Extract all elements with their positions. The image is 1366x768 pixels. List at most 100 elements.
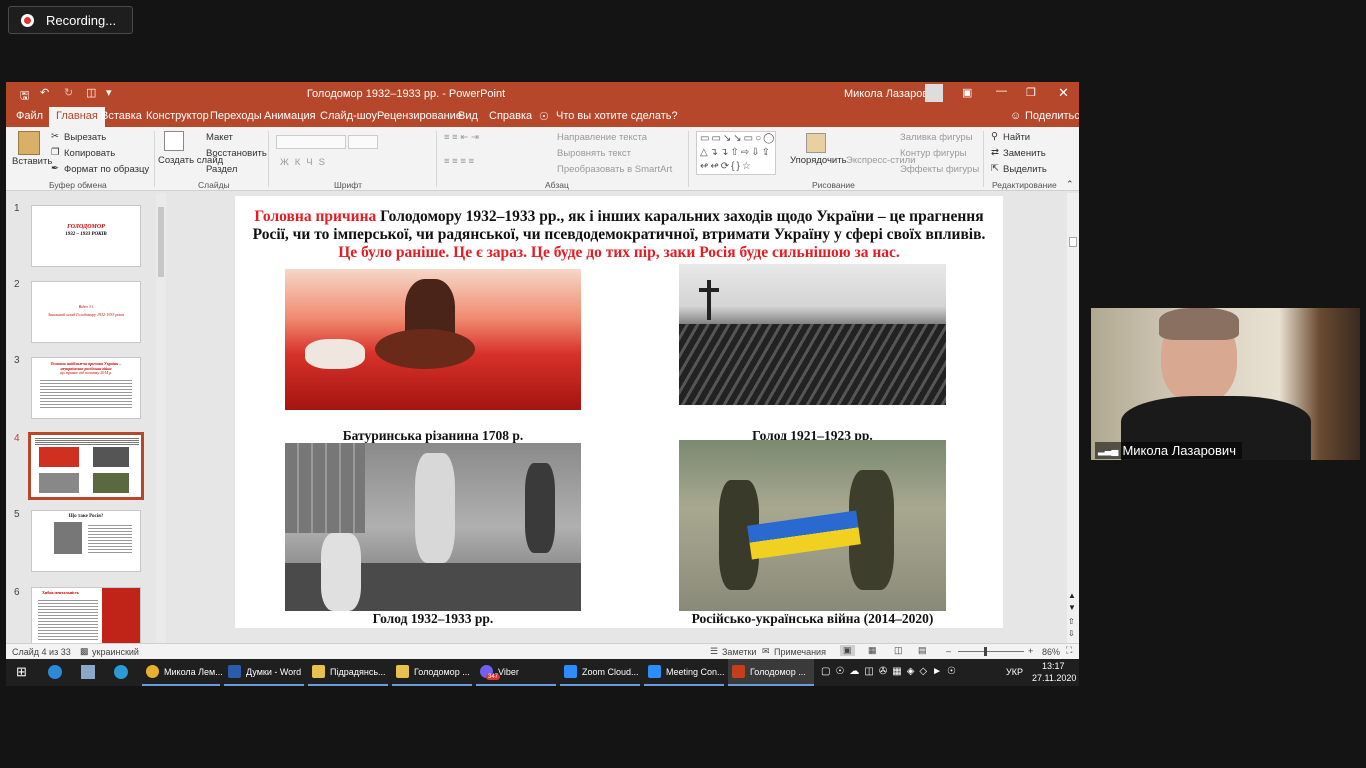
edge-icon[interactable] [48, 665, 62, 679]
maximize-icon[interactable]: ❐ [1026, 86, 1036, 99]
slide-sorter-icon[interactable]: ▦ [868, 645, 877, 656]
scroll-up-icon[interactable]: ▲ [1068, 591, 1076, 600]
share-button[interactable]: Поделиться [1025, 110, 1079, 122]
scroll-thumb[interactable] [158, 207, 164, 277]
new-slide-icon[interactable] [164, 131, 184, 151]
tab-slideshow[interactable]: Слайд-шоу [320, 110, 377, 122]
text-direction-button[interactable]: Направление текста [557, 132, 647, 143]
thumb-title: Що таке Росія? [68, 514, 104, 519]
align-icons[interactable]: ≡ ≡ ≡ ≡ [444, 156, 474, 167]
section-button[interactable]: Раздел [206, 164, 237, 175]
windows-start-icon[interactable]: ⊞ [16, 664, 27, 680]
slide-scrollbar[interactable]: ▲ ▼ ⇧ ⇩ [1067, 193, 1079, 643]
format-painter-button[interactable]: Формат по образцу [64, 164, 149, 175]
telegram-icon[interactable] [114, 665, 128, 679]
scroll-thumb[interactable] [1069, 237, 1077, 247]
smartart-button[interactable]: Преобразовать в SmartArt [557, 164, 672, 175]
taskbar-app-folder[interactable]: Підрадянсь... [308, 659, 388, 686]
normal-view-icon[interactable]: ▣ [840, 645, 855, 656]
taskbar-app-viber[interactable]: Viber 347 [476, 659, 556, 686]
taskbar-app-folder-2[interactable]: Голодомор ... [392, 659, 472, 686]
slide-thumbnail-4-selected[interactable] [28, 432, 144, 500]
share-icon[interactable]: ☺ [1010, 110, 1021, 122]
copy-icon: ❐ [51, 147, 60, 158]
taskbar-app-zoom[interactable]: Zoom Cloud... [560, 659, 640, 686]
zoom-in-icon[interactable]: + [1028, 646, 1033, 656]
taskbar-app-chrome[interactable]: Микола Лем... [142, 659, 223, 686]
cut-button[interactable]: Вырезать [64, 132, 106, 143]
slide-thumbnail-5[interactable]: Що таке Росія? [31, 510, 141, 572]
shape-fill-button[interactable]: Заливка фигуры [900, 132, 973, 143]
fit-to-window-icon[interactable]: ⛶ [1066, 645, 1072, 656]
russo-ukrainian-war-image[interactable] [679, 440, 946, 611]
previous-slide-icon[interactable]: ⇧ [1068, 617, 1075, 626]
slide-4[interactable]: Головна причина Голодомору 1932–1933 рр.… [235, 196, 1003, 628]
slide-thumbnail-1[interactable]: ГОЛОДОМОР 1932 – 1933 РОКІВ [31, 205, 141, 267]
replace-button[interactable]: Заменить [1003, 148, 1046, 159]
tab-help[interactable]: Справка [489, 110, 532, 122]
collapse-ribbon-icon[interactable]: ⌃ [1066, 179, 1074, 190]
file-explorer-icon[interactable] [81, 665, 95, 679]
notes-button[interactable]: Заметки [722, 647, 756, 657]
clock-time[interactable]: 13:17 [1042, 661, 1065, 671]
taskbar-app-powerpoint[interactable]: Голодомор ... [728, 659, 814, 686]
taskbar-app-meeting[interactable]: Meeting Con... [644, 659, 725, 686]
reset-button[interactable]: Восстановить [206, 148, 267, 159]
shape-outline-button[interactable]: Контур фигуры [900, 148, 966, 159]
account-avatar[interactable] [925, 84, 943, 102]
tab-review[interactable]: Рецензирование [377, 110, 462, 122]
tab-transitions[interactable]: Переходы [210, 110, 262, 122]
font-size-select[interactable] [348, 135, 378, 149]
font-format-buttons[interactable]: ЖКЧS [280, 157, 331, 168]
reading-view-icon[interactable]: ◫ [894, 645, 903, 656]
minimize-icon[interactable]: — [996, 85, 1007, 97]
status-bar: Слайд 4 из 33 ▩ украинский ☰ Заметки ✉ П… [6, 643, 1079, 659]
spellcheck-icon[interactable]: ▩ [80, 646, 89, 657]
taskbar-app-word[interactable]: Думки - Word [224, 659, 304, 686]
clock-date[interactable]: 27.11.2020 [1032, 673, 1076, 683]
paste-button[interactable]: Вставить [12, 156, 52, 167]
zoom-level[interactable]: 86% [1042, 647, 1060, 657]
shape-effects-button[interactable]: Эффекты фигуры [900, 164, 979, 175]
slideshow-icon[interactable]: ▤ [918, 645, 927, 656]
copy-button[interactable]: Копировать [64, 148, 115, 159]
close-icon[interactable]: ✕ [1058, 85, 1069, 101]
arrange-icon[interactable] [806, 133, 826, 153]
viber-badge: 347 [486, 674, 501, 680]
tab-design[interactable]: Конструктор [146, 110, 209, 122]
zoom-out-icon[interactable]: – [946, 646, 951, 656]
system-tray-icons[interactable]: ▢☉☁◫✇▦◈◇►☉ [821, 666, 961, 677]
shapes-gallery[interactable]: ▭▭↘↘▭○◯ △↴↴⇧⇨⇩⇪ ↫↫⟳{}☆ [696, 131, 776, 175]
tell-me-search[interactable]: Что вы хотите сделать? [556, 110, 678, 122]
tab-insert[interactable]: Вставка [101, 110, 142, 122]
thumbnails-scrollbar[interactable] [156, 193, 166, 643]
align-text-button[interactable]: Выровнять текст [557, 148, 631, 159]
scroll-down-icon[interactable]: ▼ [1068, 603, 1076, 612]
tab-home[interactable]: Главная [49, 107, 105, 127]
select-button[interactable]: Выделить [1003, 164, 1047, 175]
baturyn-painting-image[interactable] [285, 269, 581, 410]
ribbon-display-options-icon[interactable]: ▣ [962, 86, 972, 99]
zoom-slider-thumb[interactable] [984, 647, 987, 656]
famine-1932-image[interactable] [285, 443, 581, 611]
tab-view[interactable]: Вид [458, 110, 478, 122]
participant-video[interactable]: ▂▃▄ Микола Лазарович [1091, 308, 1360, 460]
input-language[interactable]: УКР [1006, 667, 1023, 677]
comments-button[interactable]: Примечания [774, 647, 826, 657]
zoom-slider[interactable] [958, 651, 1024, 652]
slide-thumbnail-6[interactable]: Хибна ментальність [31, 587, 141, 643]
recording-indicator[interactable]: Recording... [8, 6, 133, 34]
bullets-icon[interactable]: ≡ ≡ ⇤ ⇥ [444, 132, 479, 143]
slide-thumbnail-2[interactable]: Відео 3 і Загальний огляд Голодомору 193… [31, 281, 141, 343]
slide-thumbnail-3[interactable]: Основна найближча причина України – неук… [31, 357, 141, 419]
arrange-button[interactable]: Упорядочить [790, 155, 847, 166]
find-button[interactable]: Найти [1003, 132, 1030, 143]
font-name-select[interactable] [276, 135, 346, 149]
tab-animations[interactable]: Анимация [264, 110, 316, 122]
next-slide-icon[interactable]: ⇩ [1068, 629, 1075, 638]
paste-icon[interactable] [18, 131, 40, 155]
layout-button[interactable]: Макет [206, 132, 233, 143]
language-status[interactable]: украинский [92, 647, 139, 657]
famine-1921-image[interactable] [679, 264, 946, 405]
tab-file[interactable]: Файл [16, 110, 43, 122]
